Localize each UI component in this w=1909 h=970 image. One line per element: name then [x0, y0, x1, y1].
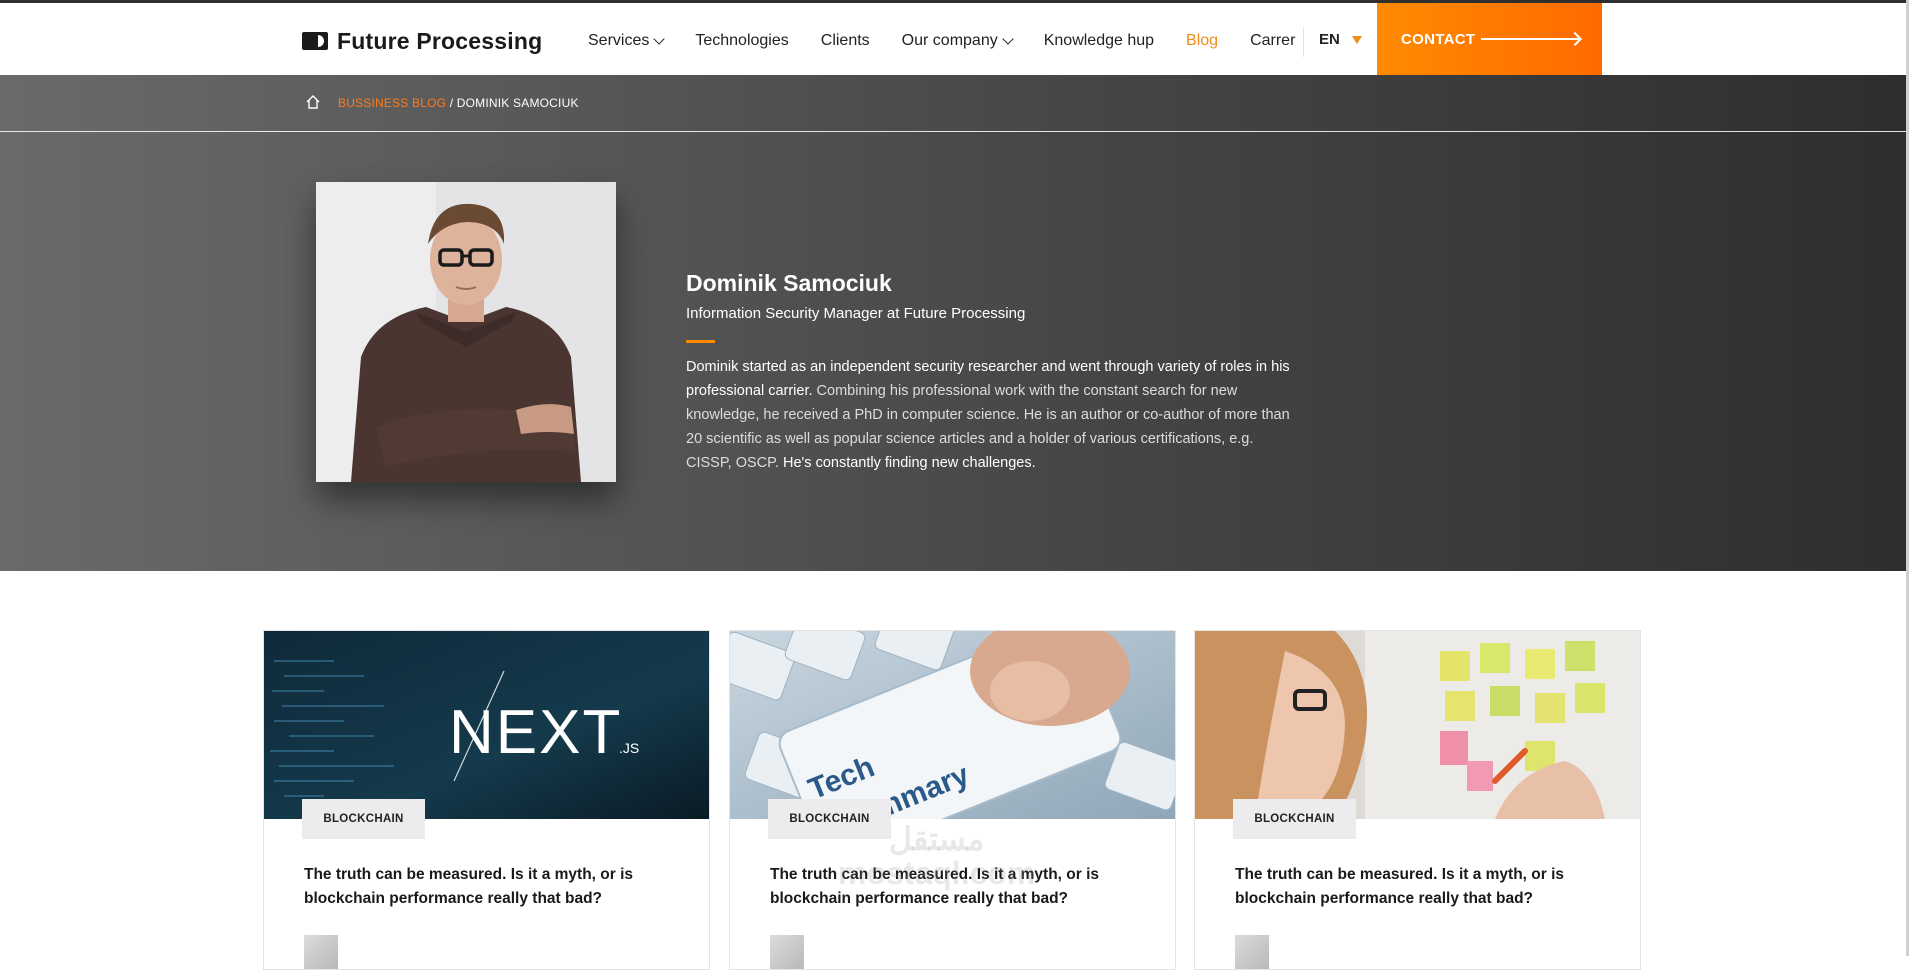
- nav-label: Our company: [901, 32, 998, 49]
- site-header: Future Processing Services Technologies …: [0, 3, 1906, 75]
- article-title[interactable]: The truth can be measured. Is it a myth,…: [1235, 863, 1575, 911]
- category-tag[interactable]: BLOCKCHAIN: [768, 799, 891, 839]
- nav-item-clients[interactable]: Clients: [821, 32, 870, 50]
- logo-text: Future Processing: [337, 27, 543, 54]
- nav-item-technologies[interactable]: Technologies: [695, 32, 788, 50]
- nav-item-blog[interactable]: Blog: [1186, 32, 1218, 50]
- bio-highlight: He's constantly finding new challenges.: [778, 455, 1036, 471]
- nav-label: Knowledge hup: [1043, 32, 1155, 49]
- article-title[interactable]: The truth can be measured. Is it a myth,…: [770, 863, 1110, 911]
- article-card[interactable]: Tech Summary BLOCKCHAIN The truth can be…: [729, 630, 1176, 970]
- language-selector[interactable]: EN: [1319, 31, 1362, 48]
- avatar: [1235, 935, 1269, 969]
- author-name: Dominik Samociuk: [686, 270, 892, 296]
- language-label: EN: [1319, 31, 1340, 48]
- breadcrumb-link-blog[interactable]: BUSSINESS BLOG: [338, 96, 446, 110]
- author-role: Information Security Manager at Future P…: [686, 305, 1026, 322]
- breadcrumb: BUSSINESS BLOG / DOMINIK SAMOCIUK: [0, 75, 1906, 132]
- author-portrait-image: [316, 182, 616, 482]
- accent-divider: [686, 340, 715, 343]
- author-hero: BUSSINESS BLOG / DOMINIK SAMOCIUK Domini…: [0, 75, 1906, 571]
- article-image[interactable]: [1195, 631, 1640, 819]
- tech-summary-keyboard-image: Tech Summary: [730, 631, 1175, 819]
- avatar: [770, 935, 804, 969]
- article-image[interactable]: Tech Summary: [730, 631, 1175, 819]
- nav-label: Technologies: [695, 32, 789, 49]
- author-bio: Dominik started as an independent securi…: [686, 355, 1296, 475]
- caret-down-icon: [1351, 35, 1362, 44]
- main-nav: Services Technologies Clients Our compan…: [588, 29, 1327, 53]
- chevron-down-icon: [653, 32, 666, 45]
- avatar: [304, 935, 338, 969]
- article-card[interactable]: NEXT .JS BLOCKCHAIN The truth can be mea…: [263, 630, 710, 970]
- nav-item-our-company[interactable]: Our company: [901, 32, 1014, 50]
- category-tag[interactable]: BLOCKCHAIN: [302, 799, 425, 839]
- article-card[interactable]: BLOCKCHAIN The truth can be measured. Is…: [1194, 630, 1641, 970]
- contact-button[interactable]: CONTACT: [1377, 3, 1602, 75]
- breadcrumb-separator: /: [446, 96, 457, 110]
- article-image[interactable]: NEXT .JS: [264, 631, 709, 819]
- category-tag[interactable]: BLOCKCHAIN: [1233, 799, 1356, 839]
- article-title[interactable]: The truth can be measured. Is it a myth,…: [304, 863, 644, 911]
- nav-item-knowledge-hup[interactable]: Knowledge hup: [1044, 32, 1154, 50]
- home-icon[interactable]: [305, 94, 321, 110]
- nav-divider: [1303, 27, 1304, 57]
- chevron-down-icon: [1002, 32, 1014, 45]
- nextjs-image: NEXT .JS: [264, 631, 709, 819]
- nav-label: Blog: [1186, 32, 1219, 49]
- nav-label: Clients: [820, 32, 870, 49]
- nav-item-services[interactable]: Services: [588, 32, 666, 50]
- arrow-right-icon: [1481, 38, 1579, 40]
- image-text: NEXT: [449, 698, 622, 767]
- logo[interactable]: Future Processing: [302, 24, 542, 58]
- nav-label: Carrer: [1250, 32, 1296, 49]
- contact-label: CONTACT: [1401, 30, 1476, 48]
- author-photo: [316, 182, 616, 482]
- image-subtext: .JS: [619, 740, 639, 756]
- nav-label: Services: [588, 32, 650, 49]
- nav-item-carrer[interactable]: Carrer: [1250, 32, 1295, 50]
- breadcrumb-trail: BUSSINESS BLOG / DOMINIK SAMOCIUK: [338, 96, 579, 110]
- breadcrumb-current: DOMINIK SAMOCIUK: [456, 96, 579, 110]
- woman-sticky-notes-image: [1195, 631, 1640, 819]
- logo-icon: [302, 32, 328, 50]
